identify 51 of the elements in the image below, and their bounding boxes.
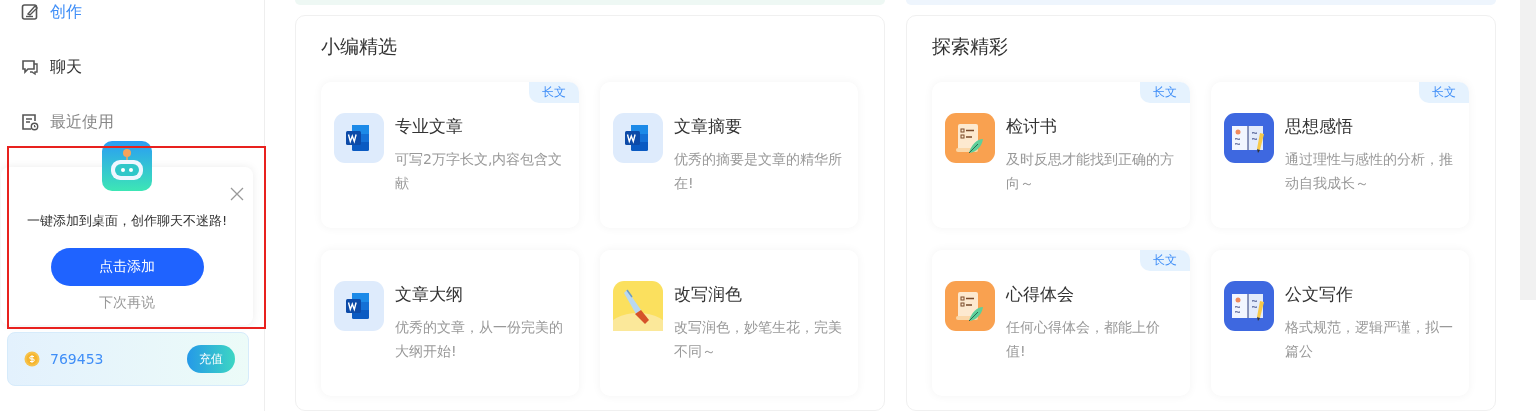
card-description: 优秀的文章，从一份完美的大纲开始! [395, 317, 564, 361]
card-description: 改写润色，妙笔生花，完美不同～ [674, 317, 843, 361]
document-clock-icon [21, 113, 39, 131]
long-text-tag: 长文 [1140, 81, 1190, 103]
card-description: 优秀的摘要是文章的精华所在! [674, 149, 843, 193]
card-description: 格式规范，逻辑严谨，拟一篇公 [1285, 317, 1454, 361]
book-pencil-icon [1224, 280, 1274, 331]
nav-item[interactable]: 最近使用 [21, 111, 264, 133]
brush-icon [613, 280, 663, 331]
tool-card[interactable]: 文章大纲 优秀的文章，从一份完美的大纲开始! [321, 249, 579, 396]
tool-card[interactable]: 长文 心得体会 任何心得体会，都能上价值! [932, 249, 1190, 396]
card-description: 及时反思才能找到正确的方向～ [1006, 149, 1175, 193]
card-title: 检讨书 [1006, 114, 1058, 138]
card-title: 心得体会 [1006, 282, 1075, 306]
edit-icon [21, 3, 39, 21]
panel-title: 探索精彩 [932, 33, 1009, 59]
card-title: 文章大纲 [395, 282, 464, 306]
long-text-tag: 长文 [1419, 81, 1469, 103]
tool-card[interactable]: 公文写作 格式规范，逻辑严谨，拟一篇公 [1211, 249, 1469, 396]
add-button[interactable]: 点击添加 [50, 248, 204, 286]
tool-card[interactable]: 长文 检讨书 及时反思才能找到正确的方向～ [932, 81, 1190, 228]
balance-amount: 769453 [50, 351, 105, 367]
document-w-icon [613, 112, 663, 163]
nav-label: 创作 [50, 1, 82, 23]
nav-label: 最近使用 [50, 111, 114, 133]
scroll-feather-icon [945, 112, 995, 163]
document-w-icon [334, 280, 384, 331]
tool-card[interactable]: 长文 专业文章 可写2万字长文,内容包含文献 [321, 81, 579, 228]
document-w-icon [334, 112, 384, 163]
nav-item[interactable]: 聊天 [21, 56, 264, 78]
book-pencil-icon [1224, 112, 1274, 163]
long-text-tag: 长文 [1140, 249, 1190, 271]
long-text-tag: 长文 [529, 81, 579, 103]
card-description: 通过理性与感性的分析，推动自我成长～ [1285, 149, 1454, 193]
tool-card[interactable]: 长文 思想感悟 通过理性与感性的分析，推动自我成长～ [1211, 81, 1469, 228]
tool-card[interactable]: 文章摘要 优秀的摘要是文章的精华所在! [600, 81, 858, 228]
close-icon[interactable] [230, 187, 244, 201]
chat-icon [21, 58, 39, 76]
card-title: 思想感悟 [1285, 114, 1354, 138]
card-title: 公文写作 [1285, 282, 1354, 306]
card-title: 专业文章 [395, 114, 464, 138]
card-title: 文章摘要 [674, 114, 743, 138]
popup-message: 一键添加到桌面，创作聊天不迷路! [26, 212, 228, 230]
tool-card[interactable]: 改写润色 改写润色，妙笔生花，完美不同～ [600, 249, 858, 396]
nav-label: 聊天 [50, 56, 82, 78]
coin-icon [24, 351, 40, 367]
card-description: 任何心得体会，都能上价值! [1006, 317, 1161, 361]
card-description: 可写2万字长文,内容包含文献 [395, 149, 564, 193]
panel-title: 小编精选 [321, 33, 398, 59]
scroll-feather-icon [945, 280, 995, 331]
card-title: 改写润色 [674, 282, 743, 306]
